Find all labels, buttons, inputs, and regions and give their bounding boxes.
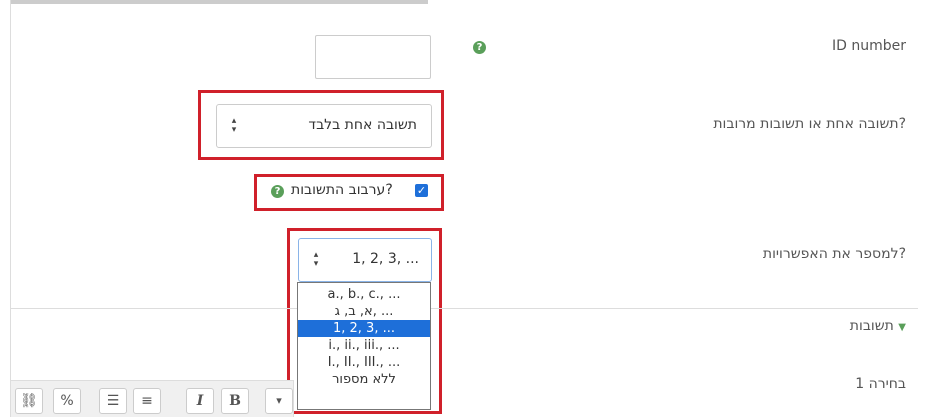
choice-1-label: בחירה 1	[855, 376, 906, 392]
numbering-dropdown: a., b., c., ... א, ב, ג, ... 1, 2, 3, ..…	[297, 282, 431, 410]
shuffle-row: ? ערבוב התשובות? ✓	[271, 182, 429, 200]
editor-toolbar: ⛓ % ☰ ≡ I B ▾	[10, 380, 294, 417]
single-answer-select[interactable]: ▴ ▾ תשובה אחת בלבד	[216, 104, 432, 148]
single-answer-label: תשובה אחת או תשובות מרובות?	[713, 116, 906, 132]
numbering-option[interactable]: a., b., c., ...	[298, 286, 430, 303]
numbering-value: 1, 2, 3, ...	[352, 251, 419, 267]
bullet-list-icon[interactable]: ≡	[133, 388, 161, 414]
shuffle-label: ערבוב התשובות?	[291, 182, 393, 198]
numbered-list-icon[interactable]: ☰	[99, 388, 127, 414]
numbering-select[interactable]: ▴ ▾ 1, 2, 3, ...	[298, 238, 432, 282]
answers-section-label: תשובות	[849, 318, 894, 334]
left-border	[10, 0, 11, 416]
top-border	[10, 0, 428, 4]
section-divider	[10, 308, 918, 309]
link-icon[interactable]: %	[53, 388, 81, 414]
select-arrows-icon: ▴ ▾	[313, 250, 319, 269]
more-dropdown-icon[interactable]: ▾	[265, 388, 293, 414]
italic-button[interactable]: I	[186, 388, 214, 414]
help-icon[interactable]: ?	[473, 41, 486, 54]
expand-triangle-icon: ▼	[898, 322, 906, 333]
single-answer-value: תשובה אחת בלבד	[308, 117, 417, 133]
id-number-label: ID number	[832, 38, 906, 54]
help-icon[interactable]: ?	[271, 185, 284, 198]
numbering-option[interactable]: א, ב, ג, ...	[298, 303, 430, 320]
shuffle-checkbox[interactable]: ✓	[415, 184, 428, 197]
numbering-option[interactable]: ללא מספור	[298, 371, 430, 388]
numbering-option-selected[interactable]: 1, 2, 3, ...	[298, 320, 430, 337]
bold-button[interactable]: B	[221, 388, 249, 414]
unlink-icon[interactable]: ⛓	[15, 388, 43, 414]
select-arrows-icon: ▴ ▾	[231, 116, 237, 135]
numbering-option[interactable]: i., ii., iii., ...	[298, 337, 430, 354]
id-number-input[interactable]	[315, 35, 431, 79]
answers-section-header[interactable]: תשובות ▼	[824, 318, 906, 334]
numbering-label: למספר את האפשרויות?	[762, 246, 906, 262]
numbering-option[interactable]: I., II., III., ...	[298, 354, 430, 371]
